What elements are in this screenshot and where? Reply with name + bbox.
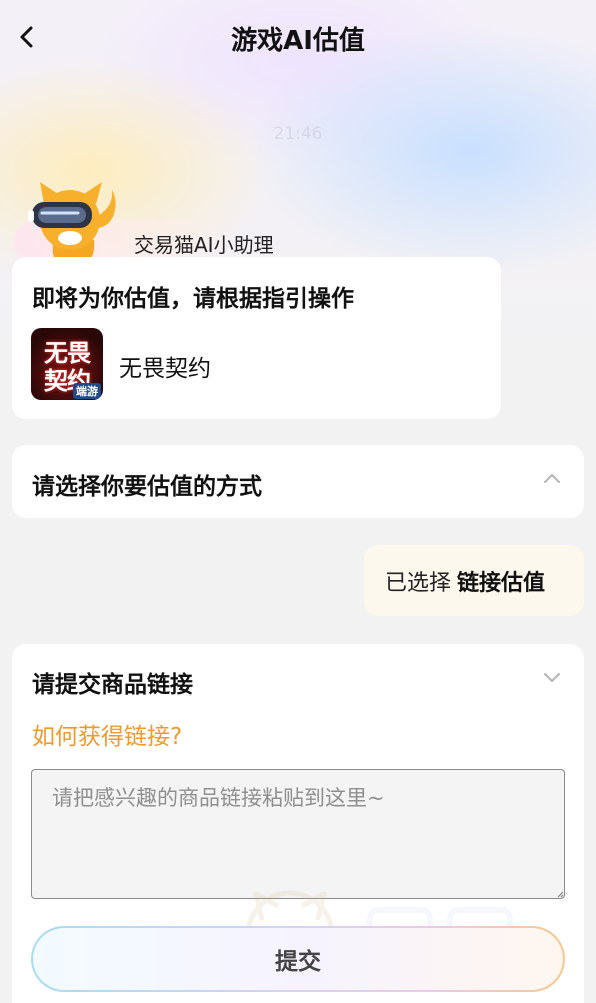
intro-title: 即将为你估值，请根据指引操作 [32,286,354,312]
selected-method-text: 已选择 链接估值 [385,565,545,597]
how-to-get-link[interactable]: 如何获得链接? [32,717,182,751]
chevron-up-icon[interactable] [544,473,560,483]
chevron-down-icon[interactable] [544,673,560,683]
game-name: 无畏契约 [119,356,211,382]
game-platform-tag: 端游 [73,383,101,399]
assistant-name: 交易猫AI小助理 [134,233,274,257]
game-icon: 无畏 契约 端游 [31,328,103,400]
selected-prefix: 已选择 [385,571,452,596]
faint-timestamp: 21:46 [273,124,323,144]
link-title: 请提交商品链接 [32,672,193,698]
submit-button-label: 提交 [33,928,563,990]
intro-card: 即将为你估值，请根据指引操作 无畏 契约 端游 无畏契约 [12,257,501,419]
selected-value: 链接估值 [457,571,546,596]
page-title: 游戏AI估值 [231,26,365,56]
valuation-method-card[interactable]: 请选择你要估值的方式 [12,445,584,518]
top-bar: 游戏AI估值 [0,0,596,76]
selected-method-bubble: 已选择 链接估值 [364,545,584,616]
resize-handle-icon[interactable] [557,891,564,898]
method-title: 请选择你要估值的方式 [32,474,262,500]
submit-button[interactable]: 提交 [31,926,565,992]
